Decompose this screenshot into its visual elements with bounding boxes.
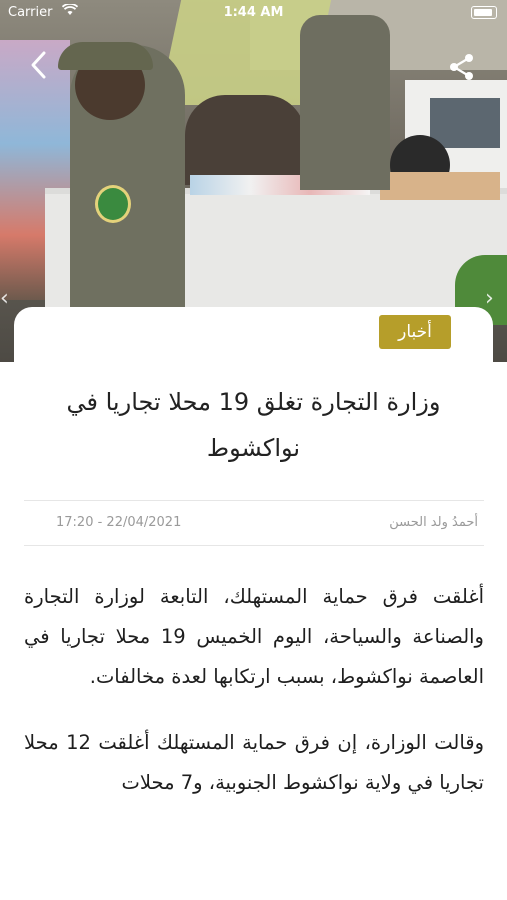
chevron-left-icon[interactable]: ‹ bbox=[0, 286, 22, 311]
photo-officer-cap bbox=[58, 42, 153, 70]
battery-icon bbox=[471, 6, 497, 19]
article-title: وزارة التجارة تغلق 19 محلا تجاريا في نوا… bbox=[66, 388, 441, 462]
author-name: أحمدُ ولد الحسن bbox=[389, 515, 478, 530]
photo-officer-standing bbox=[300, 15, 390, 190]
photo-boxes bbox=[380, 172, 500, 200]
article-meta: أحمدُ ولد الحسن 17:20 - 22/04/2021 bbox=[24, 500, 484, 546]
category-badge[interactable]: أخبار bbox=[379, 315, 451, 349]
chevron-right-icon[interactable]: › bbox=[485, 286, 507, 311]
back-button[interactable] bbox=[22, 50, 56, 84]
chevron-left-icon bbox=[31, 51, 46, 79]
article-paragraph: أغلقت فرق حماية المستهلك، التابعة لوزارة… bbox=[24, 585, 484, 688]
article-sheet: أخبار وزارة التجارة تغلق 19 محلا تجاريا … bbox=[14, 307, 493, 900]
status-bar: Carrier 1:44 AM bbox=[0, 0, 507, 26]
photo-officer-badge bbox=[95, 185, 131, 223]
clock: 1:44 AM bbox=[223, 5, 284, 20]
photo-crowd bbox=[185, 95, 305, 185]
photo-truck-window bbox=[430, 98, 500, 148]
article-body: أغلقت فرق حماية المستهلك، التابعة لوزارة… bbox=[24, 577, 484, 827]
publish-date: 17:20 - 22/04/2021 bbox=[56, 515, 182, 530]
share-button[interactable] bbox=[447, 52, 481, 86]
article-paragraph: وقالت الوزارة، إن فرق حماية المستهلك أغل… bbox=[24, 731, 484, 794]
share-icon bbox=[450, 54, 473, 80]
